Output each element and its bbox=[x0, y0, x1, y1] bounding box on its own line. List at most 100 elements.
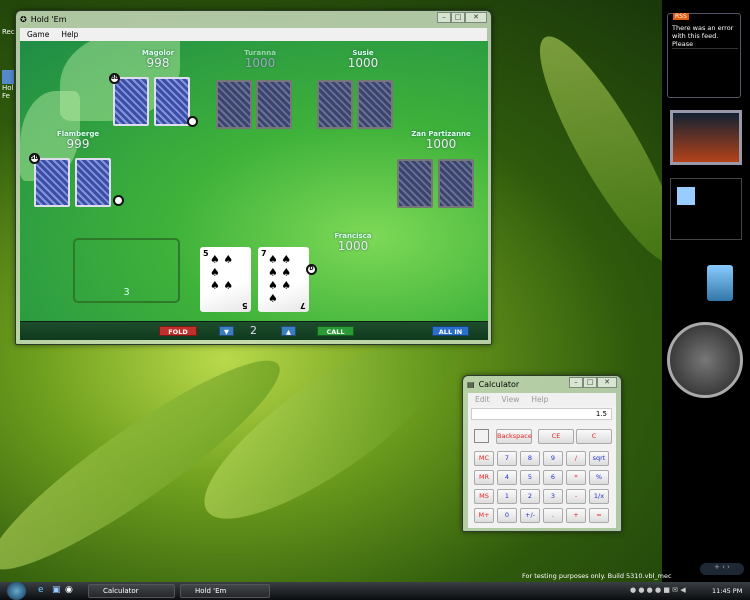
memory-indicator bbox=[474, 429, 489, 443]
calc-key[interactable]: +/- bbox=[520, 508, 540, 523]
card-back bbox=[154, 77, 190, 126]
clear-entry-button[interactable]: CE bbox=[538, 429, 574, 444]
folded-card-back bbox=[357, 80, 393, 129]
memory-button[interactable]: MR bbox=[474, 470, 494, 485]
calc-key[interactable]: 9 bbox=[543, 451, 563, 466]
player-card-2: 7 7 ♠ ♠ ♠ ♠ ♠ ♠ ♠ bbox=[258, 247, 309, 312]
maximize-button[interactable]: □ bbox=[451, 12, 465, 23]
folded-card-back bbox=[397, 159, 433, 208]
calc-key[interactable]: sqrt bbox=[589, 451, 609, 466]
rss-message: There was an error with this feed. Pleas… bbox=[672, 24, 738, 49]
poker-table: Magolor 998 BB Turanna 1000 Susie 1000 F… bbox=[20, 41, 488, 321]
spade-pips: ♠ ♠ ♠ ♠ ♠ ♠ ♠ bbox=[268, 253, 292, 305]
media-player-icon[interactable]: ◉ bbox=[65, 585, 73, 595]
player-chips: 999 bbox=[66, 137, 90, 151]
action-bar: FOLD ▼ 2 ▲ CALL ALL IN bbox=[20, 321, 488, 340]
close-button[interactable]: ✕ bbox=[465, 12, 487, 23]
pot-amount: 3 bbox=[123, 287, 130, 298]
start-button[interactable] bbox=[7, 582, 26, 600]
backspace-button[interactable]: Backspace bbox=[496, 429, 532, 444]
memory-button[interactable]: MC bbox=[474, 451, 494, 466]
bet-chip bbox=[187, 116, 198, 127]
calc-key[interactable]: 3 bbox=[543, 489, 563, 504]
menu-game[interactable]: Game bbox=[27, 30, 49, 39]
calc-key[interactable]: 1 bbox=[497, 489, 517, 504]
taskbar-holdem[interactable]: Hold 'Em bbox=[180, 584, 270, 598]
pot-area: 3 bbox=[73, 238, 180, 303]
calc-key[interactable]: 7 bbox=[497, 451, 517, 466]
player-chips: 1000 bbox=[347, 56, 379, 70]
bet-decrease-button[interactable]: ▼ bbox=[219, 326, 234, 336]
minimize-button[interactable]: – bbox=[437, 12, 451, 23]
holdem-app-icon: ✪ bbox=[20, 15, 27, 24]
notes-gadget[interactable] bbox=[670, 178, 742, 240]
calculator-display: 1.5 bbox=[471, 408, 612, 420]
menu-help[interactable]: Help bbox=[61, 30, 78, 39]
card-back bbox=[113, 77, 149, 126]
player-chips: 1000 bbox=[337, 239, 369, 253]
memory-button[interactable]: M+ bbox=[474, 508, 494, 523]
switch-windows-icon[interactable]: ▣ bbox=[52, 585, 61, 595]
clock-gadget bbox=[667, 322, 743, 398]
player-chips: 1000 bbox=[425, 137, 457, 151]
clear-button[interactable]: C bbox=[576, 429, 612, 444]
calc-key[interactable]: * bbox=[566, 470, 586, 485]
player-chips: 1000 bbox=[244, 56, 276, 70]
menu-help[interactable]: Help bbox=[531, 395, 548, 404]
player-chips: 998 bbox=[146, 56, 170, 70]
sidebar-nav[interactable]: + ‹ › bbox=[700, 563, 744, 575]
slideshow-gadget[interactable] bbox=[670, 110, 742, 165]
windows-sidebar: RSS There was an error with this feed. P… bbox=[662, 0, 750, 582]
taskbar: e ▣ ◉ Calculator Hold 'Em ● ● ● ● ■ ✉ ◀ … bbox=[0, 582, 750, 600]
holdem-window: ✪ Hold 'Em – □ ✕ Game Help Magolor 998 BB Tu… bbox=[15, 10, 492, 345]
big-blind-chip: BB bbox=[109, 73, 120, 84]
folded-card-back bbox=[256, 80, 292, 129]
bet-chip bbox=[113, 195, 124, 206]
menu-view[interactable]: View bbox=[502, 395, 520, 404]
calc-key[interactable]: + bbox=[566, 508, 586, 523]
tray-icons[interactable]: ● ● ● ● ■ ✉ ◀ bbox=[630, 586, 686, 594]
memory-button[interactable]: MS bbox=[474, 489, 494, 504]
calc-key[interactable]: 4 bbox=[497, 470, 517, 485]
maximize-button[interactable]: □ bbox=[583, 377, 597, 388]
rss-badge: RSS bbox=[673, 13, 689, 20]
close-button[interactable]: ✕ bbox=[597, 377, 617, 388]
clock[interactable]: 11:45 PM bbox=[712, 587, 742, 595]
fold-button[interactable]: FOLD bbox=[159, 326, 197, 336]
notes-icon bbox=[677, 187, 695, 205]
menu-edit[interactable]: Edit bbox=[475, 395, 490, 404]
feed-icon bbox=[2, 70, 14, 84]
calc-key[interactable]: - bbox=[566, 489, 586, 504]
call-button[interactable]: CALL bbox=[317, 326, 354, 336]
recycle-bin-icon[interactable] bbox=[707, 265, 733, 301]
dealer-chip: D bbox=[306, 264, 317, 275]
build-watermark: For testing purposes only. Build 5310.vb… bbox=[522, 572, 672, 580]
calc-key[interactable]: % bbox=[589, 470, 609, 485]
taskbar-calculator[interactable]: Calculator bbox=[88, 584, 175, 598]
bet-amount: 2 bbox=[250, 324, 257, 337]
calc-key[interactable]: 2 bbox=[520, 489, 540, 504]
spade-pips: ♠ ♠ ♠ ♠ ♠ bbox=[210, 253, 234, 292]
folded-card-back bbox=[216, 80, 252, 129]
minimize-button[interactable]: – bbox=[569, 377, 583, 388]
rss-gadget[interactable]: RSS There was an error with this feed. P… bbox=[667, 13, 741, 98]
calc-key[interactable]: 6 bbox=[543, 470, 563, 485]
calc-key[interactable]: = bbox=[589, 508, 609, 523]
calc-key[interactable]: / bbox=[566, 451, 586, 466]
card-back bbox=[75, 158, 111, 207]
calc-key[interactable]: . bbox=[543, 508, 563, 523]
calc-key[interactable]: 5 bbox=[520, 470, 540, 485]
bet-increase-button[interactable]: ▲ bbox=[281, 326, 296, 336]
card-back bbox=[34, 158, 70, 207]
calc-key[interactable]: 8 bbox=[520, 451, 540, 466]
folded-card-back bbox=[438, 159, 474, 208]
ie-icon[interactable]: e bbox=[38, 585, 44, 595]
folded-card-back bbox=[317, 80, 353, 129]
all-in-button[interactable]: ALL IN bbox=[432, 326, 469, 336]
small-blind-chip: SB bbox=[29, 153, 40, 164]
holdem-titlebar[interactable]: ✪ Hold 'Em bbox=[16, 11, 491, 28]
calc-key[interactable]: 0 bbox=[497, 508, 517, 523]
calculator-icon: ▤ bbox=[467, 380, 475, 389]
calc-key[interactable]: 1/x bbox=[589, 489, 609, 504]
calculator-window: ▤ Calculator – □ ✕ Edit View Help 1.5 Backspa… bbox=[462, 375, 622, 532]
